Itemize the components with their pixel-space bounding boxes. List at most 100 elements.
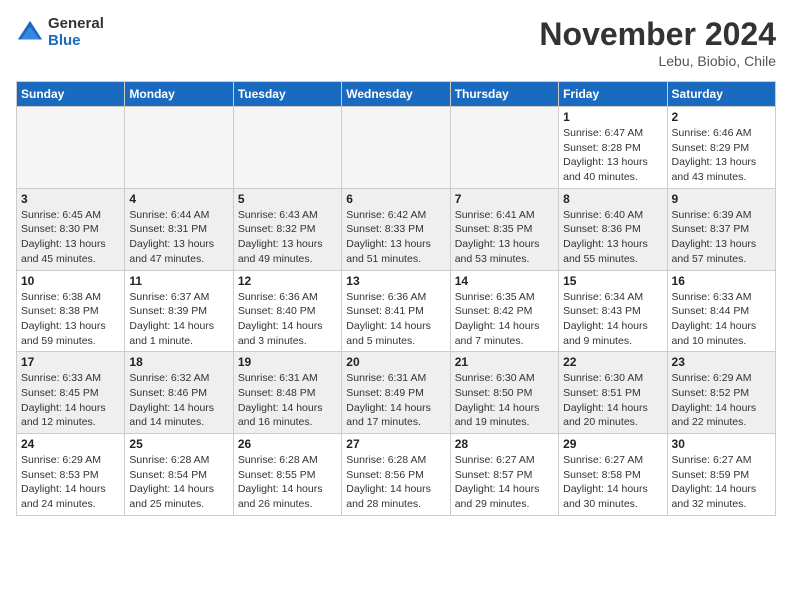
logo-general: General [48,16,104,33]
calendar-cell: 12 Sunrise: 6:36 AM Sunset: 8:40 PM Dayli… [233,270,341,352]
day-number: 21 [455,355,554,369]
day-info: Sunrise: 6:30 AM Sunset: 8:51 PM Dayligh… [563,371,662,430]
calendar-cell [233,107,341,189]
day-number: 10 [21,274,120,288]
weekday-header-monday: Monday [125,82,233,107]
day-number: 7 [455,192,554,206]
day-number: 16 [672,274,771,288]
day-info: Sunrise: 6:37 AM Sunset: 8:39 PM Dayligh… [129,290,228,349]
day-info: Sunrise: 6:43 AM Sunset: 8:32 PM Dayligh… [238,208,337,267]
calendar-cell: 11Sunrise: 6:37 AM Sunset: 8:39 PM Dayli… [125,270,233,352]
day-info: Sunrise: 6:28 AM Sunset: 8:55 PM Dayligh… [238,453,337,512]
day-info: Sunrise: 6:35 AM Sunset: 8:42 PM Dayligh… [455,290,554,349]
calendar-cell: 23 Sunrise: 6:29 AM Sunset: 8:52 PM Dayli… [667,352,775,434]
calendar-cell: 4Sunrise: 6:44 AM Sunset: 8:31 PM Daylig… [125,188,233,270]
calendar-cell: 14Sunrise: 6:35 AM Sunset: 8:42 PM Dayli… [450,270,558,352]
page-header: General Blue November 2024 Lebu, Biobio,… [16,16,776,69]
day-info: Sunrise: 6:29 AM Sunset: 8:53 PM Dayligh… [21,453,120,512]
day-number: 12 [238,274,337,288]
calendar-cell: 26 Sunrise: 6:28 AM Sunset: 8:55 PM Dayli… [233,434,341,516]
day-number: 25 [129,437,228,451]
title-block: November 2024 Lebu, Biobio, Chile [539,16,776,69]
calendar-cell: 21 Sunrise: 6:30 AM Sunset: 8:50 PM Dayli… [450,352,558,434]
calendar-cell: 22 Sunrise: 6:30 AM Sunset: 8:51 PM Dayli… [559,352,667,434]
day-info: Sunrise: 6:33 AM Sunset: 8:44 PM Dayligh… [672,290,771,349]
day-number: 30 [672,437,771,451]
day-number: 4 [129,192,228,206]
day-number: 24 [21,437,120,451]
day-info: Sunrise: 6:27 AM Sunset: 8:58 PM Dayligh… [563,453,662,512]
day-number: 17 [21,355,120,369]
day-number: 20 [346,355,445,369]
day-info: Sunrise: 6:36 AM Sunset: 8:40 PM Dayligh… [238,290,337,349]
day-number: 27 [346,437,445,451]
weekday-header-sunday: Sunday [17,82,125,107]
day-number: 26 [238,437,337,451]
calendar-cell: 2 Sunrise: 6:46 AM Sunset: 8:29 PM Daylig… [667,107,775,189]
day-number: 5 [238,192,337,206]
day-number: 23 [672,355,771,369]
day-info: Sunrise: 6:27 AM Sunset: 8:57 PM Dayligh… [455,453,554,512]
logo-text: General Blue [48,16,104,49]
day-info: Sunrise: 6:33 AM Sunset: 8:45 PM Dayligh… [21,371,120,430]
weekday-header-saturday: Saturday [667,82,775,107]
calendar-cell: 8 Sunrise: 6:40 AM Sunset: 8:36 PM Daylig… [559,188,667,270]
day-info: Sunrise: 6:40 AM Sunset: 8:36 PM Dayligh… [563,208,662,267]
day-number: 8 [563,192,662,206]
calendar-cell: 18 Sunrise: 6:32 AM Sunset: 8:46 PM Dayli… [125,352,233,434]
calendar-week-row: 10 Sunrise: 6:38 AM Sunset: 8:38 PM Dayli… [17,270,776,352]
calendar-cell: 1 Sunrise: 6:47 AM Sunset: 8:28 PM Daylig… [559,107,667,189]
calendar-cell: 24 Sunrise: 6:29 AM Sunset: 8:53 PM Dayli… [17,434,125,516]
day-info: Sunrise: 6:41 AM Sunset: 8:35 PM Dayligh… [455,208,554,267]
calendar-week-row: 3 Sunrise: 6:45 AM Sunset: 8:30 PM Daylig… [17,188,776,270]
calendar-cell: 6 Sunrise: 6:42 AM Sunset: 8:33 PM Daylig… [342,188,450,270]
day-number: 9 [672,192,771,206]
day-info: Sunrise: 6:36 AM Sunset: 8:41 PM Dayligh… [346,290,445,349]
location: Lebu, Biobio, Chile [539,53,776,69]
day-number: 15 [563,274,662,288]
day-number: 22 [563,355,662,369]
calendar-cell: 28 Sunrise: 6:27 AM Sunset: 8:57 PM Dayli… [450,434,558,516]
day-number: 19 [238,355,337,369]
day-info: Sunrise: 6:30 AM Sunset: 8:50 PM Dayligh… [455,371,554,430]
day-info: Sunrise: 6:38 AM Sunset: 8:38 PM Dayligh… [21,290,120,349]
day-info: Sunrise: 6:28 AM Sunset: 8:56 PM Dayligh… [346,453,445,512]
weekday-header-thursday: Thursday [450,82,558,107]
day-number: 3 [21,192,120,206]
calendar-week-row: 17 Sunrise: 6:33 AM Sunset: 8:45 PM Dayli… [17,352,776,434]
day-number: 18 [129,355,228,369]
day-number: 13 [346,274,445,288]
calendar-cell: 15 Sunrise: 6:34 AM Sunset: 8:43 PM Dayli… [559,270,667,352]
day-number: 6 [346,192,445,206]
calendar-cell: 27 Sunrise: 6:28 AM Sunset: 8:56 PM Dayli… [342,434,450,516]
calendar-cell: 5 Sunrise: 6:43 AM Sunset: 8:32 PM Daylig… [233,188,341,270]
day-number: 1 [563,110,662,124]
calendar-cell: 9Sunrise: 6:39 AM Sunset: 8:37 PM Daylig… [667,188,775,270]
month-title: November 2024 [539,16,776,53]
day-info: Sunrise: 6:29 AM Sunset: 8:52 PM Dayligh… [672,371,771,430]
calendar-cell: 17 Sunrise: 6:33 AM Sunset: 8:45 PM Dayli… [17,352,125,434]
day-number: 2 [672,110,771,124]
logo-blue: Blue [48,33,104,50]
calendar-cell [17,107,125,189]
logo: General Blue [16,16,104,49]
day-info: Sunrise: 6:31 AM Sunset: 8:48 PM Dayligh… [238,371,337,430]
weekday-header-tuesday: Tuesday [233,82,341,107]
day-number: 28 [455,437,554,451]
calendar-cell: 19 Sunrise: 6:31 AM Sunset: 8:48 PM Dayli… [233,352,341,434]
day-info: Sunrise: 6:32 AM Sunset: 8:46 PM Dayligh… [129,371,228,430]
calendar-cell: 30 Sunrise: 6:27 AM Sunset: 8:59 PM Dayli… [667,434,775,516]
calendar-cell: 20 Sunrise: 6:31 AM Sunset: 8:49 PM Dayli… [342,352,450,434]
day-info: Sunrise: 6:42 AM Sunset: 8:33 PM Dayligh… [346,208,445,267]
day-info: Sunrise: 6:47 AM Sunset: 8:28 PM Dayligh… [563,126,662,185]
day-info: Sunrise: 6:27 AM Sunset: 8:59 PM Dayligh… [672,453,771,512]
calendar-cell: 29Sunrise: 6:27 AM Sunset: 8:58 PM Dayli… [559,434,667,516]
weekday-header-wednesday: Wednesday [342,82,450,107]
day-info: Sunrise: 6:31 AM Sunset: 8:49 PM Dayligh… [346,371,445,430]
weekday-header-friday: Friday [559,82,667,107]
day-info: Sunrise: 6:46 AM Sunset: 8:29 PM Dayligh… [672,126,771,185]
day-info: Sunrise: 6:45 AM Sunset: 8:30 PM Dayligh… [21,208,120,267]
calendar-cell [125,107,233,189]
calendar-cell: 25Sunrise: 6:28 AM Sunset: 8:54 PM Dayli… [125,434,233,516]
day-info: Sunrise: 6:34 AM Sunset: 8:43 PM Dayligh… [563,290,662,349]
